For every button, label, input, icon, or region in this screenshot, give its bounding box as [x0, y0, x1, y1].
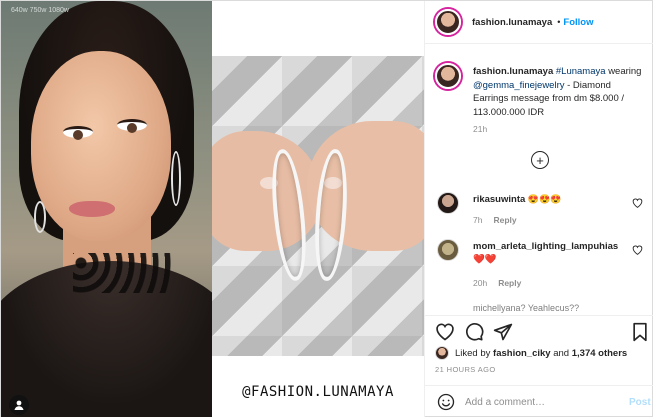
comment-age: 20h	[473, 278, 488, 288]
media-photo-portrait: 640w 750w 1080w	[1, 1, 212, 417]
save-bookmark-icon[interactable]	[631, 322, 651, 342]
comment-avatar[interactable]	[437, 239, 459, 261]
media-signature: @FASHION.LUNAMAYA	[242, 384, 394, 400]
liker-avatar[interactable]	[435, 346, 449, 360]
image-size-watermark: 640w 750w 1080w	[11, 7, 69, 14]
post-comment-button[interactable]: Post	[629, 397, 651, 408]
truncated-comment: michellyana? Yeahlecus??	[473, 303, 580, 313]
comment-meta: 7h Reply	[473, 215, 517, 225]
comment-bubble-icon[interactable]	[464, 322, 484, 342]
tagged-user-icon[interactable]	[9, 395, 29, 415]
emoji-smile-icon[interactable]	[437, 393, 455, 411]
comment-meta: 20h Reply	[473, 278, 521, 288]
media-photo-earrings: @FASHION.LUNAMAYA	[212, 1, 424, 417]
likes-summary: Liked by fashion_ciky and 1,374 others	[435, 345, 627, 361]
post-header: fashion.lunamaya • Follow	[425, 1, 653, 44]
comment-like-heart-icon[interactable]	[632, 245, 644, 257]
add-comment-input[interactable]	[465, 396, 625, 408]
liker-username[interactable]: fashion_ciky	[493, 348, 551, 359]
caption-username[interactable]: fashion.lunamaya	[473, 66, 553, 77]
comment-username[interactable]: rikasuwinta	[473, 194, 525, 205]
caption-age: 21h	[473, 124, 488, 134]
caption-hashtag[interactable]: #Lunamaya	[556, 66, 606, 77]
author-avatar[interactable]	[435, 9, 461, 35]
comment-text: ❤️❤️	[473, 254, 497, 265]
likes-mid: and	[553, 347, 570, 359]
earring-drawing	[171, 151, 181, 206]
add-comment-bar: Post	[425, 385, 653, 417]
comment-avatar[interactable]	[437, 192, 459, 214]
follow-button[interactable]: Follow	[563, 17, 593, 28]
caption-avatar[interactable]	[435, 63, 461, 89]
caption-text: fashion.lunamaya #Lunamaya wearing @gemm…	[473, 65, 643, 119]
author-username[interactable]: fashion.lunamaya	[472, 17, 552, 28]
comments-list[interactable]: fashion.lunamaya #Lunamaya wearing @gemm…	[425, 45, 653, 315]
like-heart-icon[interactable]	[435, 322, 455, 342]
comment-username[interactable]: mom_arleta_lighting_lampuhias	[473, 241, 618, 252]
comment-age: 7h	[473, 215, 483, 225]
header-separator: •	[557, 17, 561, 27]
post-timestamp: 21 HOURS AGO	[435, 365, 496, 374]
caption-text-before-mention: wearing	[608, 66, 642, 77]
comment-text: 😍😍😍	[527, 194, 562, 204]
post-media[interactable]: 640w 750w 1080w @FASHION.LUNAMAYA	[1, 1, 424, 417]
instagram-post-modal: 640w 750w 1080w @FASHION.LUNAMAYA fashio…	[0, 0, 653, 417]
action-bar	[425, 315, 653, 345]
post-sidebar: fashion.lunamaya • Follow fashion.lunama…	[424, 1, 653, 417]
comment-like-heart-icon[interactable]	[632, 198, 644, 210]
reply-button[interactable]: Reply	[498, 278, 521, 288]
likes-count[interactable]: 1,374 others	[572, 348, 627, 359]
likes-prefix: Liked by	[455, 347, 491, 359]
share-paper-plane-icon[interactable]	[493, 322, 513, 342]
load-more-comments-icon[interactable]: +	[531, 151, 549, 169]
reply-button[interactable]: Reply	[493, 215, 516, 225]
caption-mention[interactable]: @gemma_finejewelry	[473, 80, 564, 91]
